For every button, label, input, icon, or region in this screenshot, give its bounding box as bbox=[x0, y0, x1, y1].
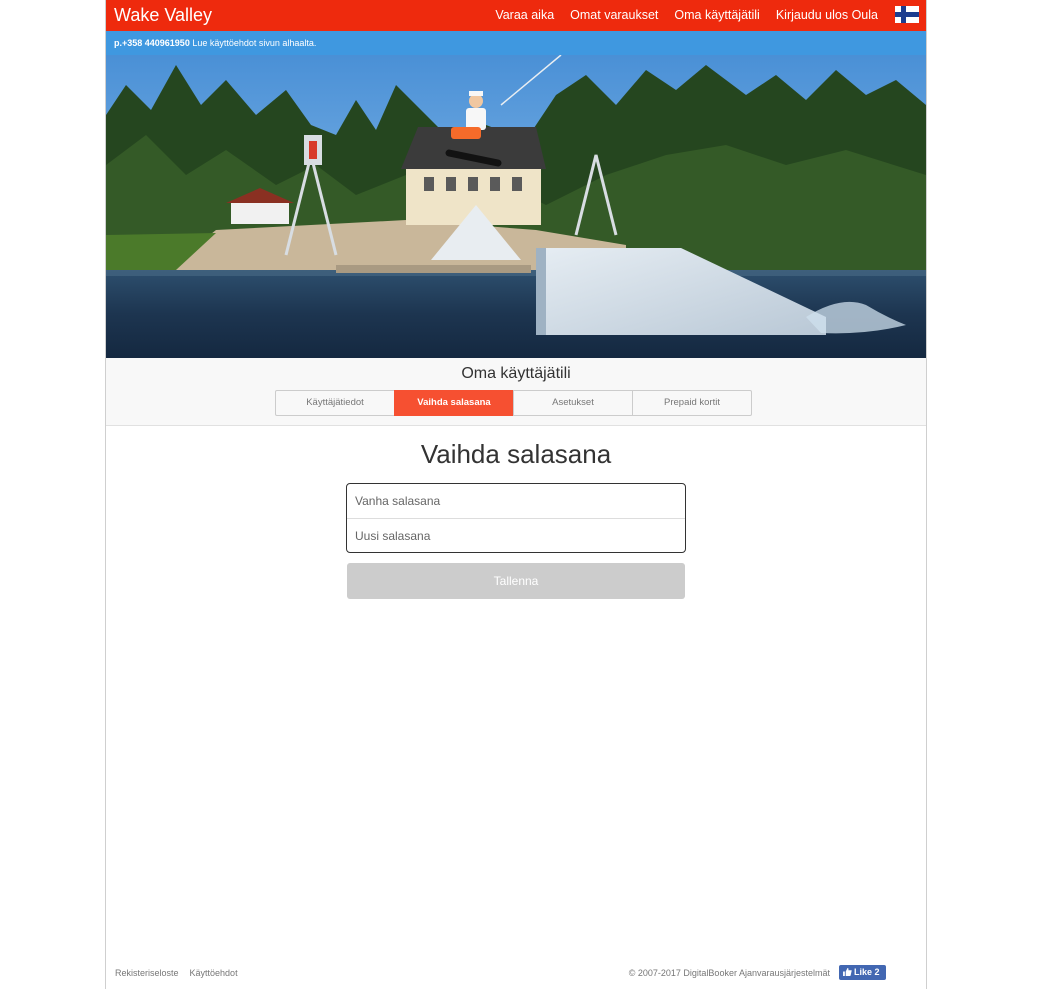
nav-logout[interactable]: Kirjaudu ulos Oula bbox=[776, 8, 878, 22]
page-container: Wake Valley Varaa aika Omat varaukset Om… bbox=[105, 0, 927, 989]
facebook-like-button[interactable]: Like 2 bbox=[839, 965, 886, 980]
nav-my-account[interactable]: Oma käyttäjätili bbox=[674, 8, 759, 22]
tab-prepaid-cards[interactable]: Prepaid kortit bbox=[632, 390, 752, 416]
info-bar: p.+358 440961950 Lue käyttöehdot sivun a… bbox=[106, 31, 926, 55]
account-tabs: Käyttäjätiedot Vaihda salasana Asetukset… bbox=[275, 390, 752, 416]
new-password-input[interactable] bbox=[347, 519, 685, 553]
hero-image bbox=[106, 55, 926, 358]
like-label: Like 2 bbox=[854, 967, 880, 977]
nav-book-time[interactable]: Varaa aika bbox=[495, 8, 554, 22]
footer-links: Rekisteriseloste Käyttöehdot bbox=[115, 968, 238, 978]
brand-link[interactable]: Wake Valley bbox=[114, 5, 212, 26]
account-section: Oma käyttäjätili Käyttäjätiedot Vaihda s… bbox=[106, 358, 926, 426]
thumbs-up-icon bbox=[843, 968, 852, 976]
finland-flag-icon[interactable] bbox=[895, 6, 919, 23]
form-title: Vaihda salasana bbox=[420, 439, 612, 469]
privacy-policy-link[interactable]: Rekisteriseloste bbox=[115, 968, 179, 978]
wakeboard-scene-image bbox=[106, 55, 926, 358]
copyright-text: © 2007-2017 DigitalBooker Ajanvarausjärj… bbox=[628, 968, 830, 978]
old-password-input[interactable] bbox=[347, 484, 685, 518]
tab-user-details[interactable]: Käyttäjätiedot bbox=[275, 390, 395, 416]
nav-my-bookings[interactable]: Omat varaukset bbox=[570, 8, 658, 22]
terms-link[interactable]: Käyttöehdot bbox=[190, 968, 238, 978]
nav-links: Varaa aika Omat varaukset Oma käyttäjäti… bbox=[495, 8, 878, 22]
account-title: Oma käyttäjätili bbox=[461, 365, 571, 382]
navbar: Wake Valley Varaa aika Omat varaukset Om… bbox=[106, 0, 926, 31]
save-button[interactable]: Tallenna bbox=[347, 563, 685, 599]
password-form bbox=[346, 483, 686, 553]
tab-change-password[interactable]: Vaihda salasana bbox=[394, 390, 514, 416]
tab-settings[interactable]: Asetukset bbox=[513, 390, 633, 416]
phone-number: p.+358 440961950 bbox=[114, 38, 190, 48]
terms-notice: Lue käyttöehdot sivun alhaalta. bbox=[192, 38, 317, 48]
